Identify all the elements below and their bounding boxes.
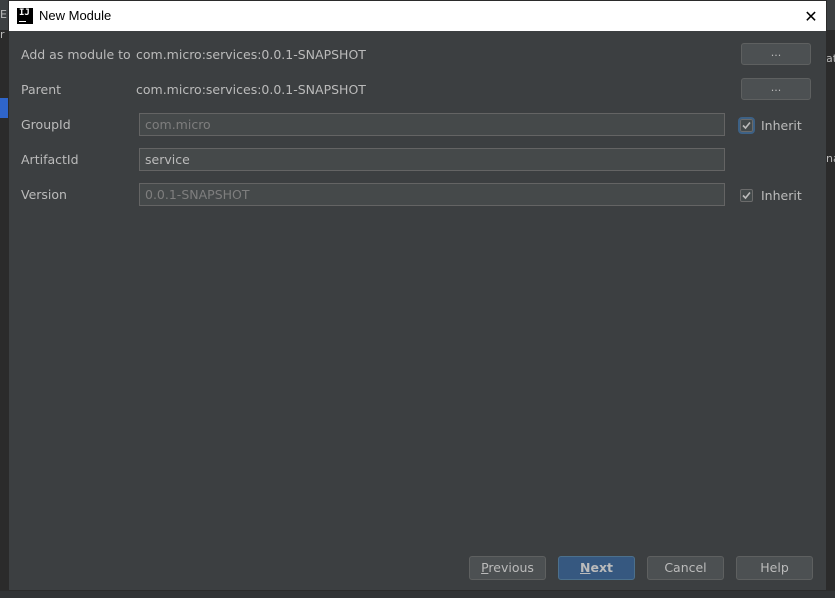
group-id-label: GroupId <box>21 117 71 132</box>
close-icon: ✕ <box>804 6 818 26</box>
next-label: ext <box>590 560 613 575</box>
ide-left-strip <box>0 30 8 598</box>
group-id-inherit-label: Inherit <box>761 118 802 133</box>
cancel-button[interactable]: Cancel <box>647 556 724 580</box>
help-button[interactable]: Help <box>736 556 813 580</box>
artifact-id-field[interactable]: service <box>139 148 725 171</box>
ide-left-fragment: E <box>0 8 7 21</box>
add-as-module-label: Add as module to <box>21 47 131 62</box>
add-as-module-value: com.micro:services:0.0.1-SNAPSHOT <box>136 47 366 62</box>
new-module-dialog: IJ New Module ✕ Add as module to com.mic… <box>8 0 827 591</box>
next-button[interactable]: Next <box>558 556 635 580</box>
previous-button[interactable]: Previous <box>469 556 546 580</box>
checkmark-icon <box>742 191 751 200</box>
version-inherit-checkbox[interactable]: Inherit <box>740 188 802 203</box>
window-title: New Module <box>39 8 112 23</box>
close-button[interactable]: ✕ <box>796 1 826 31</box>
previous-label: revious <box>488 560 534 575</box>
ide-bottom-strip <box>0 591 835 598</box>
version-label: Version <box>21 187 67 202</box>
group-id-inherit-checkbox[interactable]: Inherit <box>738 117 802 134</box>
parent-browse-button[interactable]: ... <box>741 78 811 100</box>
checkbox[interactable] <box>740 189 753 202</box>
next-mnemonic: N <box>580 560 591 575</box>
ide-right-fragment: na <box>826 152 835 165</box>
version-inherit-label: Inherit <box>761 188 802 203</box>
parent-value: com.micro:services:0.0.1-SNAPSHOT <box>136 82 366 97</box>
parent-label: Parent <box>21 82 62 97</box>
title-bar[interactable]: IJ New Module ✕ <box>9 1 826 31</box>
checkbox[interactable] <box>738 117 755 134</box>
ide-left-selection <box>0 98 8 118</box>
add-as-module-browse-button[interactable]: ... <box>741 43 811 65</box>
checkmark-icon <box>742 121 751 130</box>
ide-right-strip <box>827 30 835 598</box>
ide-left-fragment: r <box>0 28 5 41</box>
group-id-field[interactable]: com.micro <box>139 113 725 136</box>
ide-right-fragment: at <box>826 52 835 65</box>
intellij-app-icon: IJ <box>17 8 33 24</box>
version-field[interactable]: 0.0.1-SNAPSHOT <box>139 183 725 206</box>
artifact-id-label: ArtifactId <box>21 152 79 167</box>
